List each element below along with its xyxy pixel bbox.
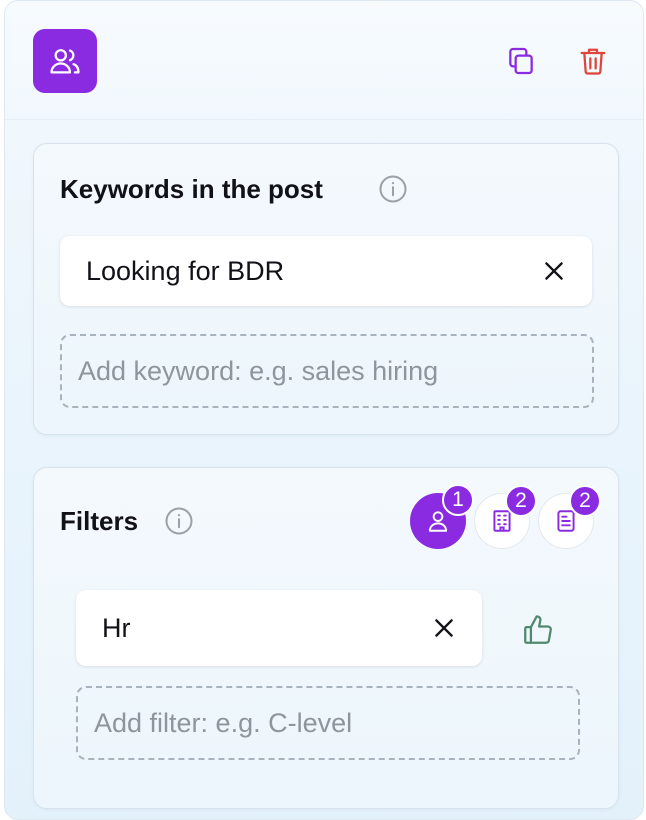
keywords-card: Keywords in the post Looking for BDR (33, 143, 619, 435)
filters-info-button[interactable] (164, 506, 194, 536)
panel-header (5, 1, 643, 120)
tab-count-badge: 2 (569, 485, 601, 517)
filters-card: Filters 1 2 2 Hr Add filter: e.g. C-leve… (33, 467, 619, 809)
delete-button[interactable] (571, 39, 615, 83)
group-button[interactable] (33, 29, 97, 93)
tab-count-badge: 2 (505, 485, 537, 517)
keywords-title: Keywords in the post (60, 174, 323, 204)
tab-post-filters[interactable]: 2 (538, 485, 601, 549)
include-filter-toggle[interactable] (516, 608, 560, 652)
keywords-info-button[interactable] (378, 174, 408, 204)
thumbs-up-icon (524, 615, 552, 644)
keyword-chip: Looking for BDR (60, 236, 592, 306)
users-icon (50, 49, 80, 74)
add-keyword-input[interactable] (60, 334, 594, 408)
filters-title: Filters (60, 506, 139, 536)
trash-icon (580, 48, 606, 75)
search-config-panel: Keywords in the post Looking for BDR Fil… (4, 0, 644, 820)
copy-button[interactable] (499, 39, 543, 83)
keyword-chip-label: Looking for BDR (86, 255, 285, 286)
remove-filter-button[interactable] (424, 608, 464, 648)
info-icon (165, 507, 193, 535)
info-icon (379, 175, 407, 203)
tab-person-filters[interactable]: 1 (410, 484, 474, 549)
tab-company-filters[interactable]: 2 (474, 485, 537, 549)
copy-icon (509, 47, 533, 75)
filter-chip-label: Hr (102, 612, 131, 643)
tab-count-badge: 1 (442, 484, 474, 516)
close-icon (435, 619, 453, 637)
filter-chip: Hr (76, 590, 482, 666)
remove-keyword-button[interactable] (534, 251, 574, 291)
add-filter-input[interactable] (76, 686, 580, 760)
close-icon (545, 262, 563, 280)
